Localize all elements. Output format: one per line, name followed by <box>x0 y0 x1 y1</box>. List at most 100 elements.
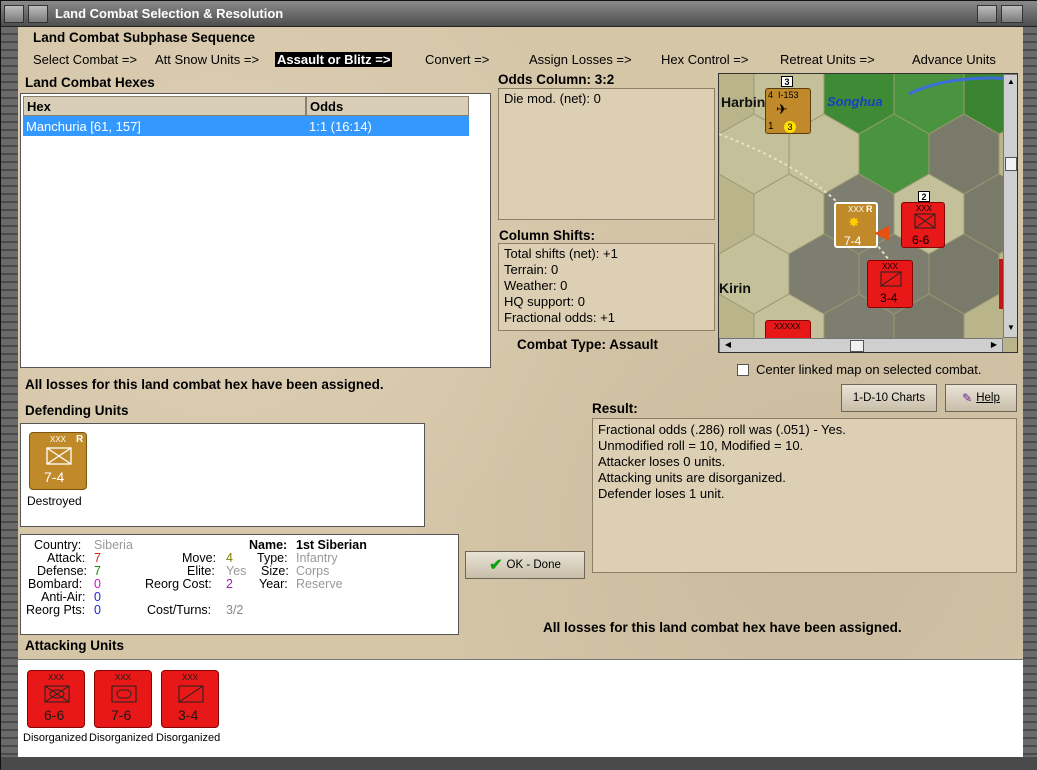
counter-value: 7-4 <box>844 234 862 248</box>
type-label: Type: <box>257 551 288 565</box>
step-hex-control: Hex Control => <box>661 52 749 67</box>
column-header-odds[interactable]: Odds <box>306 96 469 116</box>
frame-left <box>1 27 18 770</box>
result-status: All losses for this land combat hex have… <box>543 620 902 635</box>
result-heading: Result: <box>592 401 638 416</box>
air-unit-bottom-value: 1 <box>768 121 774 132</box>
charts-button[interactable]: 1-D-10 Charts <box>841 384 937 412</box>
window-title: Land Combat Selection & Resolution <box>55 6 284 21</box>
map-air-unit[interactable]: 4 I-153 ✈ 1 3 <box>765 88 811 134</box>
map-horizontal-scrollbar[interactable]: ◀ ▶ <box>719 338 1003 352</box>
help-book-icon: ✎ <box>962 391 973 405</box>
attacking-unit-counter[interactable]: XXX 6-6 <box>27 670 85 728</box>
unit-value: 7-4 <box>44 469 65 485</box>
name-value: 1st Siberian <box>296 538 367 552</box>
unit-value: 3-4 <box>178 707 199 723</box>
reorgpts-label: Reorg Pts: <box>26 603 86 617</box>
explosion-icon: ✸ <box>848 214 860 230</box>
air-unit-name: I-153 <box>778 90 799 100</box>
close-button[interactable] <box>1001 5 1023 23</box>
antiair-label: Anti-Air: <box>41 590 86 604</box>
step-advance-units: Advance Units <box>912 52 996 67</box>
scroll-up-icon[interactable]: ▲ <box>1005 77 1017 89</box>
attacking-unit-status: Disorganized <box>23 732 88 744</box>
elite-label: Elite: <box>187 564 215 578</box>
hexes-status: All losses for this land combat hex have… <box>25 377 384 392</box>
defending-units-panel: XXX R 7-4 Destroyed <box>20 423 425 527</box>
unit-type: XXX <box>50 435 67 444</box>
minimize-button[interactable] <box>28 5 48 23</box>
column-header-hex[interactable]: Hex <box>23 96 306 116</box>
result-line: Defender loses 1 unit. <box>598 486 725 501</box>
unit-value: 6-6 <box>44 707 65 723</box>
attacking-unit-status: Disorganized <box>89 732 154 744</box>
map-counter-5th-mech[interactable]: XXX 6-6 <box>901 202 945 248</box>
plane-icon: ✈ <box>776 101 788 117</box>
country-label: Country: <box>34 538 82 552</box>
unit-info-panel: Country: Siberia Attack: 7 Defense: 7 Bo… <box>20 534 459 635</box>
scroll-left-icon[interactable]: ◀ <box>722 340 734 352</box>
defense-value: 7 <box>94 564 101 578</box>
reorgcost-label: Reorg Cost: <box>145 577 212 591</box>
size-label: Size: <box>261 564 289 578</box>
system-menu-button[interactable] <box>4 5 24 23</box>
restore-button[interactable] <box>977 5 997 23</box>
unit-type: XXX <box>48 673 65 682</box>
air-unit-top-value: 4 <box>768 90 774 100</box>
unit-value: 7-6 <box>111 707 132 723</box>
name-label: Name: <box>249 538 288 552</box>
hexes-list: Hex Odds Manchuria [61, 157] 1:1 (16:14) <box>20 93 491 368</box>
attacking-unit-status: Disorganized <box>156 732 221 744</box>
help-button[interactable]: ✎ Help <box>945 384 1017 412</box>
shift-fractional: Fractional odds: +1 <box>504 310 615 325</box>
result-line: Attacking units are disorganized. <box>598 470 786 485</box>
combat-type-value: Assault <box>609 337 659 352</box>
costturns-value: 3/2 <box>226 603 244 617</box>
scroll-down-icon[interactable]: ▼ <box>1005 323 1017 335</box>
elite-value: Yes <box>226 564 247 578</box>
shift-total: Total shifts (net): +1 <box>504 246 618 261</box>
move-label: Move: <box>182 551 217 565</box>
map-vertical-scrollbar[interactable]: ▲ ▼ <box>1003 74 1017 338</box>
hex-cell: Manchuria [61, 157] <box>26 119 141 134</box>
odds-heading: Odds Column: 3:2 <box>498 72 615 87</box>
shifts-box: Total shifts (net): +1 Terrain: 0 Weathe… <box>498 243 715 331</box>
counter-type: XXX <box>916 204 933 213</box>
defending-unit-counter[interactable]: XXX R 7-4 <box>29 432 87 490</box>
scroll-right-icon[interactable]: ▶ <box>988 340 1000 352</box>
counter-value: 6-6 <box>912 233 930 247</box>
attacking-unit-counter[interactable]: XXX 3-4 <box>161 670 219 728</box>
country-value: Siberia <box>94 538 133 552</box>
shift-hq-support: HQ support: 0 <box>504 294 585 309</box>
shift-weather: Weather: 0 <box>504 278 568 293</box>
reorgpts-value: 0 <box>94 603 101 617</box>
center-map-checkbox[interactable] <box>737 364 749 376</box>
step-convert: Convert => <box>425 52 490 67</box>
size-value: Corps <box>296 564 330 578</box>
table-row[interactable]: Manchuria [61, 157] 1:1 (16:14) <box>23 116 469 136</box>
vertical-scroll-thumb[interactable] <box>1005 157 1017 171</box>
bombard-value: 0 <box>94 577 101 591</box>
step-att-snow-units: Att Snow Units => <box>155 52 260 67</box>
ok-done-button[interactable]: ✔ OK - Done <box>465 551 585 579</box>
type-value: Infantry <box>296 551 338 565</box>
step-assign-losses: Assign Losses => <box>529 52 632 67</box>
move-value: 4 <box>226 551 233 565</box>
defense-label: Defense: <box>37 564 88 578</box>
result-line: Fractional odds (.286) roll was (.051) -… <box>598 422 846 437</box>
combat-type: Combat Type: Assault <box>517 337 658 352</box>
linked-map[interactable]: Harbin Songhua Kirin 4 I-153 ✈ 1 3 3 XXX… <box>718 73 1018 353</box>
hexes-heading: Land Combat Hexes <box>25 75 155 90</box>
map-counter-1st-siberian[interactable]: XXX R ✸ 7-4 <box>834 202 878 248</box>
unit-type: XXX <box>182 673 199 682</box>
horizontal-scroll-thumb[interactable] <box>850 340 864 352</box>
map-label-harbin: Harbin <box>721 94 766 110</box>
map-counter-combi-cav[interactable]: XXX 3-4 <box>867 260 913 308</box>
frame-bottom <box>1 757 1037 770</box>
bombard-label: Bombard: <box>28 577 83 591</box>
cavalry-icon <box>178 685 204 703</box>
attacking-unit-counter[interactable]: XXX 7-6 <box>94 670 152 728</box>
map-label-songhua: Songhua <box>827 94 883 109</box>
step-retreat-units: Retreat Units => <box>780 52 875 67</box>
map-label-kirin: Kirin <box>719 280 751 296</box>
